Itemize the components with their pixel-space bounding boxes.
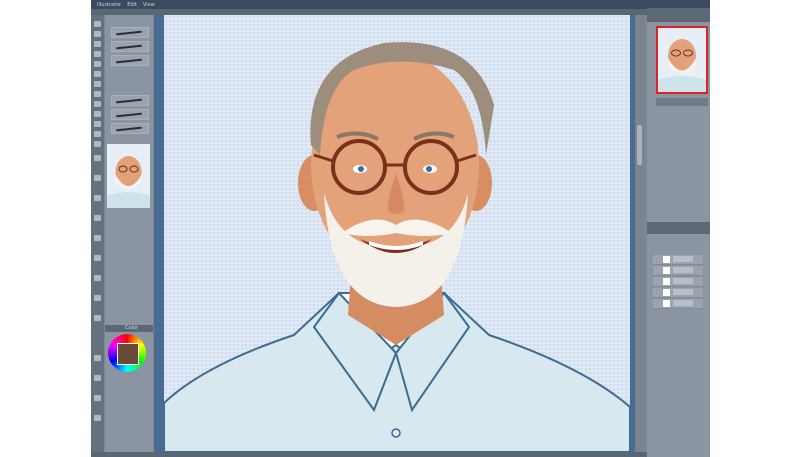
menu-item-edit[interactable]: Edit <box>127 2 137 8</box>
layer-label <box>673 300 693 306</box>
screen-mode-icon[interactable] <box>94 395 101 401</box>
layer-thumbnail <box>663 289 670 296</box>
ruler-icon[interactable] <box>94 195 101 201</box>
canvas-scrollbar[interactable] <box>635 15 644 452</box>
layer-thumbnail <box>663 300 670 307</box>
swap-colors-icon[interactable] <box>94 355 101 361</box>
layer-row[interactable] <box>653 288 703 298</box>
brush-preset-5[interactable] <box>111 109 149 120</box>
navigator-header[interactable] <box>647 8 710 22</box>
layer-thumbnail <box>663 278 670 285</box>
dodge-icon[interactable] <box>94 275 101 281</box>
tool-column <box>91 15 104 457</box>
select-tool-icon[interactable] <box>94 91 101 97</box>
ruler-2-icon[interactable] <box>94 315 101 321</box>
pen-icon[interactable] <box>94 111 101 117</box>
fill-icon[interactable] <box>94 71 101 77</box>
shape-icon[interactable] <box>94 121 101 127</box>
color-wheel[interactable] <box>108 334 146 372</box>
menu-bar: Illustrator Edit View <box>91 0 710 9</box>
text-tool-icon[interactable] <box>94 81 101 87</box>
brush-preset-6[interactable] <box>111 123 149 134</box>
layer-row[interactable] <box>653 255 703 265</box>
layer-label <box>673 289 693 295</box>
layer-label <box>673 278 693 284</box>
crop-icon[interactable] <box>94 175 101 181</box>
color-panel-header[interactable]: Color <box>105 325 153 332</box>
move-icon[interactable] <box>94 41 101 47</box>
layer-tool-icon[interactable] <box>94 215 101 221</box>
smudge-icon[interactable] <box>94 255 101 261</box>
layer-row[interactable] <box>653 299 703 309</box>
gradient-icon[interactable] <box>94 155 101 161</box>
layer-row[interactable] <box>653 277 703 287</box>
navigator-preview-image <box>658 28 706 92</box>
rotate-icon[interactable] <box>94 141 101 147</box>
color-panel-title: Color <box>125 325 139 331</box>
menu-item-illustrator[interactable]: Illustrator <box>97 2 121 8</box>
layer-label <box>673 256 693 262</box>
portrait-artwork <box>164 42 630 452</box>
status-bar <box>91 452 710 457</box>
navigator-preview[interactable] <box>656 26 708 94</box>
clone-icon[interactable] <box>94 295 101 301</box>
layer-row[interactable] <box>653 266 703 276</box>
app-window: Illustrator Edit View Color <box>91 0 710 457</box>
zoom-icon[interactable] <box>94 51 101 57</box>
blur-icon[interactable] <box>94 235 101 241</box>
brush-panel <box>105 15 153 457</box>
reference-thumbnail-image <box>107 144 150 208</box>
layer-thumbnail <box>663 256 670 263</box>
eyedropper-icon[interactable] <box>94 61 101 67</box>
drawing-canvas[interactable] <box>164 15 630 452</box>
lasso-icon[interactable] <box>94 101 101 107</box>
brush-preset-3[interactable] <box>111 55 149 66</box>
layer-thumbnail <box>663 267 670 274</box>
brush-preset-2[interactable] <box>111 41 149 52</box>
brush-preset-4[interactable] <box>111 95 149 106</box>
hand-icon[interactable] <box>94 131 101 137</box>
brush-preset-1[interactable] <box>111 27 149 38</box>
layer-label <box>673 267 693 273</box>
layers-header[interactable] <box>647 222 710 234</box>
menu-item-view[interactable]: View <box>143 2 155 8</box>
navigator-tools[interactable] <box>656 98 708 106</box>
eraser-icon[interactable] <box>94 31 101 37</box>
reference-thumbnail[interactable] <box>107 144 150 208</box>
info-icon[interactable] <box>94 415 101 421</box>
quick-mask-icon[interactable] <box>94 375 101 381</box>
brush-tool-icon[interactable] <box>94 21 101 27</box>
